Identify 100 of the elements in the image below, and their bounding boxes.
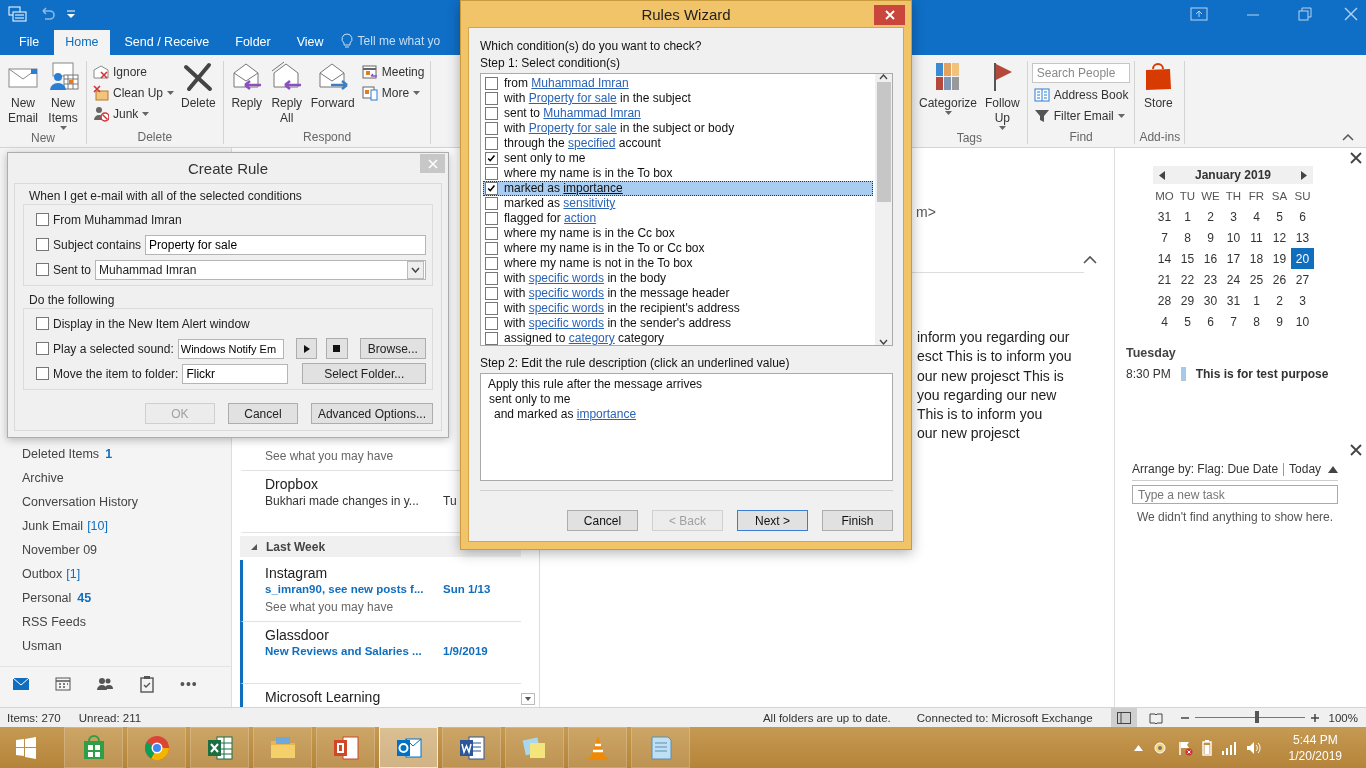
checkbox[interactable]: [485, 332, 498, 345]
wizard-button[interactable]: Cancel: [567, 510, 638, 531]
calendar-day[interactable]: 5: [1176, 311, 1199, 332]
ribbon-button[interactable]: Forward: [307, 61, 358, 111]
ribbon-button[interactable]: New Items: [44, 61, 82, 130]
value-link[interactable]: action: [564, 211, 597, 225]
calendar-day[interactable]: 3: [1222, 206, 1245, 227]
ribbon-tab[interactable]: View: [285, 30, 335, 55]
value-link[interactable]: Muhammad Imran: [531, 76, 629, 90]
taskbar-button[interactable]: [190, 727, 249, 768]
condition-row[interactable]: through the specified account: [483, 136, 873, 151]
stop-button[interactable]: [326, 338, 348, 359]
checkbox-label[interactable]: From Muhammad Imran: [53, 212, 182, 227]
checkbox-label[interactable]: Play a selected sound:: [53, 341, 174, 356]
checkbox[interactable]: [485, 107, 498, 120]
condition-row[interactable]: from Muhammad Imran: [483, 76, 873, 91]
checkbox[interactable]: [485, 197, 498, 210]
taskbar-button[interactable]: [316, 727, 375, 768]
condition-row[interactable]: flagged for action: [483, 211, 873, 226]
calendar-day[interactable]: 2: [1268, 290, 1291, 311]
restore-icon[interactable]: [1298, 7, 1312, 21]
sound-field[interactable]: Windows Notify Em: [177, 338, 284, 359]
checkbox[interactable]: [485, 212, 498, 225]
calendar-day[interactable]: 14: [1153, 248, 1176, 269]
ribbon-button[interactable]: Categorize: [916, 61, 981, 115]
people-icon[interactable]: [96, 675, 114, 693]
folder-item[interactable]: Archive: [0, 466, 231, 490]
calendar-day[interactable]: 29: [1176, 290, 1199, 311]
condition-row[interactable]: assigned to category category: [483, 331, 873, 345]
calendar-day[interactable]: 25: [1245, 269, 1268, 290]
calendar-day[interactable]: 9: [1199, 227, 1222, 248]
close-icon[interactable]: [1350, 444, 1362, 456]
calendar-day[interactable]: 31: [1222, 290, 1245, 311]
calendar-day[interactable]: 4: [1245, 206, 1268, 227]
condition-row[interactable]: with specific words in the body: [483, 271, 873, 286]
calendar-day[interactable]: 17: [1222, 248, 1245, 269]
ribbon-button[interactable]: Reply: [227, 61, 266, 111]
value-link[interactable]: sensitivity: [563, 196, 616, 210]
close-button[interactable]: [874, 5, 905, 25]
mail-icon[interactable]: [12, 675, 30, 693]
zoom-level[interactable]: 100%: [1328, 711, 1358, 724]
signal-icon[interactable]: [1220, 740, 1237, 755]
calendar-day[interactable]: 12: [1268, 227, 1291, 248]
new-task-field[interactable]: Type a new task: [1132, 485, 1338, 504]
value-link[interactable]: specific words: [528, 301, 605, 315]
scroll-down-icon[interactable]: [521, 693, 535, 705]
dialog-button[interactable]: Advanced Options...: [310, 403, 433, 424]
calendar-day[interactable]: 28: [1153, 290, 1176, 311]
value-link[interactable]: Property for sale: [528, 91, 617, 105]
calendar-day[interactable]: 26: [1268, 269, 1291, 290]
previous-month-icon[interactable]: [1159, 170, 1165, 180]
calendar-icon[interactable]: [54, 675, 72, 693]
folder-item[interactable]: Usman: [0, 634, 231, 658]
checkbox[interactable]: [36, 213, 49, 226]
checkbox[interactable]: [485, 302, 498, 315]
ribbon-button[interactable]: Follow Up: [982, 61, 1023, 130]
message-item[interactable]: Glassdoor New Reviews and Salaries ... 1/9/2019: [240, 622, 521, 684]
checkbox-label[interactable]: Move the item to folder:: [53, 366, 179, 381]
ribbon-tab[interactable]: Home: [54, 30, 110, 55]
ribbon-button[interactable]: Filter Email: [1031, 107, 1131, 125]
taskbar-button[interactable]: [442, 727, 501, 768]
folder-item[interactable]: November 09: [0, 538, 231, 562]
normal-view-icon[interactable]: [1116, 711, 1131, 724]
value-link[interactable]: category: [568, 331, 615, 345]
ribbon-button[interactable]: More: [359, 84, 427, 102]
folder-item[interactable]: Conversation History: [0, 490, 231, 514]
value-link[interactable]: importance: [576, 407, 637, 421]
zoom-in-icon[interactable]: [1310, 713, 1319, 722]
ribbon-tab[interactable]: File: [8, 30, 51, 55]
calendar-day[interactable]: 7: [1153, 227, 1176, 248]
folder-item[interactable]: RSS Feeds: [0, 610, 231, 634]
scroll-down-icon[interactable]: [879, 339, 888, 345]
calendar-day[interactable]: 13: [1291, 227, 1314, 248]
ribbon-button[interactable]: Junk: [91, 105, 177, 123]
calendar-day[interactable]: 10: [1291, 311, 1314, 332]
checkbox[interactable]: [485, 77, 498, 90]
calendar-day[interactable]: 18: [1245, 248, 1268, 269]
ribbon-display-icon[interactable]: [1190, 7, 1208, 21]
checkbox[interactable]: [485, 182, 498, 195]
calendar-day[interactable]: 10: [1222, 227, 1245, 248]
dialog-button[interactable]: Cancel: [227, 403, 298, 424]
arrange-by-label[interactable]: Arrange by: Flag: Due Date: [1132, 462, 1279, 476]
recipient-dropdown[interactable]: Muhammad Imran: [95, 259, 426, 280]
condition-row[interactable]: with specific words in the recipient's address: [483, 301, 873, 316]
checkbox[interactable]: [485, 167, 498, 180]
calendar-day[interactable]: 4: [1153, 311, 1176, 332]
ribbon-button[interactable]: Store: [1139, 61, 1178, 111]
checkbox[interactable]: [485, 242, 498, 255]
calendar-day[interactable]: 16: [1199, 248, 1222, 269]
mail-app-icon[interactable]: [8, 5, 28, 23]
checkbox[interactable]: [36, 317, 49, 330]
calendar-day[interactable]: 8: [1245, 311, 1268, 332]
collapse-icon[interactable]: [1083, 255, 1097, 264]
calendar-day[interactable]: 22: [1176, 269, 1199, 290]
checkbox[interactable]: [485, 317, 498, 330]
wizard-button[interactable]: Finish: [822, 510, 893, 531]
condition-row[interactable]: with Property for sale in the subject or body: [483, 121, 873, 136]
checkbox[interactable]: [485, 152, 498, 165]
checkbox[interactable]: [36, 342, 49, 355]
flag-error-icon[interactable]: [1176, 739, 1193, 756]
